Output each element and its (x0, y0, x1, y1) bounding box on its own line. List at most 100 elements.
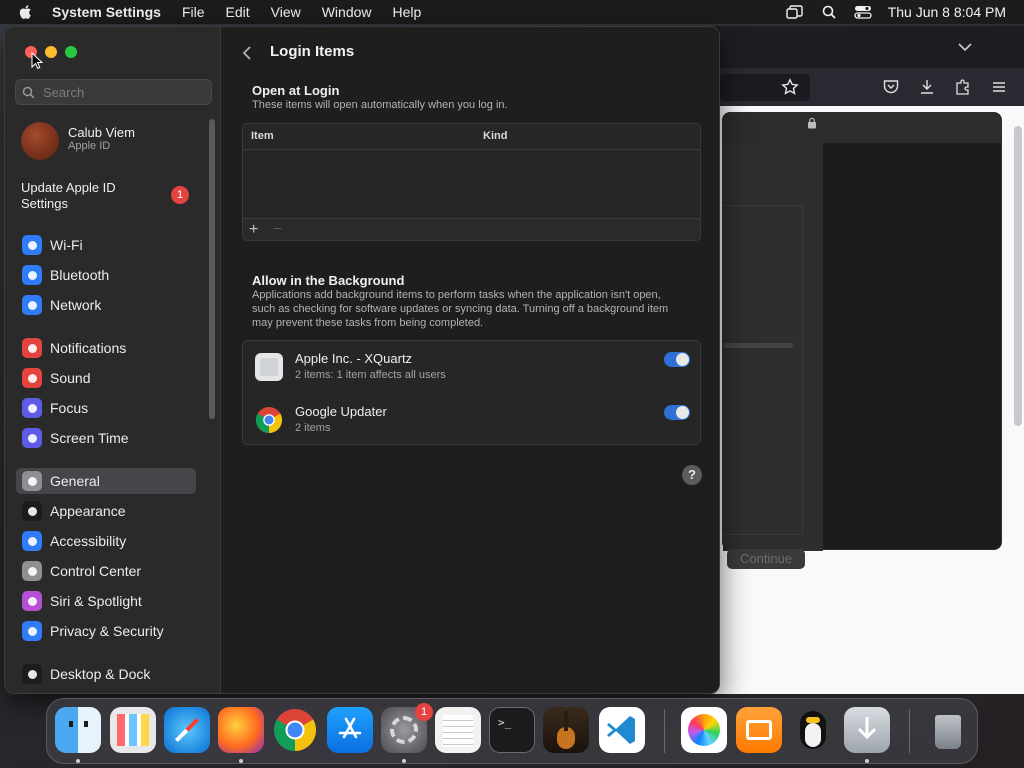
sidebar-item-label: Notifications (50, 340, 127, 356)
downloads-stack-icon[interactable] (844, 707, 890, 753)
trash-icon[interactable] (925, 707, 971, 753)
account-name: Calub Viem (68, 125, 135, 140)
sidebar-item-control-center[interactable]: Control Center (16, 558, 196, 584)
sidebar-item-general[interactable]: General (16, 468, 196, 494)
sidebar-item-appearance[interactable]: Appearance (16, 498, 196, 524)
vscode-app-icon[interactable] (599, 707, 645, 753)
minimize-window-button[interactable] (45, 46, 57, 58)
sidebar-item-siri-spotlight[interactable]: Siri & Spotlight (16, 588, 196, 614)
search-input[interactable]: Search (15, 79, 212, 105)
sidebar-item-accessibility[interactable]: Accessibility (16, 528, 196, 554)
table-header: Item Kind (243, 124, 700, 150)
settings-dock-badge: 1 (415, 703, 433, 721)
app-store-icon[interactable] (327, 707, 373, 753)
sidebar-item-screen-time[interactable]: Screen Time (16, 425, 196, 451)
hand-icon (22, 621, 42, 641)
books-app-icon[interactable] (736, 707, 782, 753)
list-item: Apple Inc. - XQuartz 2 items: 1 item aff… (243, 341, 700, 393)
downloads-icon[interactable] (918, 78, 936, 96)
running-indicator (239, 759, 243, 763)
continue-button[interactable]: Continue (727, 549, 805, 569)
icon-glyph (27, 343, 37, 353)
add-login-item-button[interactable]: + (249, 221, 258, 239)
chrome-app-icon[interactable] (272, 707, 318, 753)
icon-glyph (27, 476, 37, 486)
finder-app-icon[interactable] (55, 707, 101, 753)
sidebar-item-sound[interactable]: Sound (16, 365, 196, 391)
sidebar-item-bluetooth[interactable]: Bluetooth (16, 262, 196, 288)
icon-glyph (27, 403, 37, 413)
sidebar-item-network[interactable]: Network (16, 292, 196, 318)
firefox-app-icon[interactable] (218, 707, 264, 753)
menu-clock[interactable]: Thu Jun 8 8:04 PM (888, 4, 1006, 20)
hamburger-menu-icon[interactable] (990, 78, 1008, 96)
running-indicator (865, 759, 869, 763)
safari-app-icon[interactable] (164, 707, 210, 753)
dock-separator (909, 709, 910, 753)
tux-app-icon[interactable] (790, 707, 836, 753)
hourglass-icon (22, 428, 42, 448)
appearance-icon (22, 501, 42, 521)
installer-window: Continue (722, 112, 1002, 569)
google-updater-toggle[interactable] (664, 405, 690, 420)
background-items-list: Apple Inc. - XQuartz 2 items: 1 item aff… (242, 340, 701, 445)
toggle-knob (676, 406, 689, 419)
globe-icon (22, 295, 42, 315)
garageband-app-icon[interactable] (543, 707, 589, 753)
launchpad-app-icon[interactable] (110, 707, 156, 753)
sidebar-scrollbar[interactable] (209, 119, 215, 419)
menu-help[interactable]: Help (393, 4, 422, 20)
menu-app-name[interactable]: System Settings (52, 4, 161, 20)
screen-mirroring-icon[interactable] (786, 4, 804, 20)
menu-edit[interactable]: Edit (226, 4, 250, 20)
sidebar-item-label: Accessibility (50, 533, 127, 549)
back-chevron-icon[interactable] (242, 45, 252, 61)
menu-window[interactable]: Window (322, 4, 372, 20)
installer-progress-bar (723, 343, 793, 348)
sidebar-item-label: Focus (50, 400, 89, 416)
sidebar-item-label: General (50, 473, 100, 489)
remove-login-item-button[interactable]: − (273, 221, 282, 239)
bookmark-star-icon[interactable] (781, 78, 799, 96)
menu-bar: System Settings File Edit View Window He… (0, 0, 1024, 24)
zoom-window-button[interactable] (65, 46, 77, 58)
sidebar-item-label: Siri & Spotlight (50, 593, 142, 609)
spotlight-search-icon[interactable] (820, 4, 838, 20)
column-kind[interactable]: Kind (483, 130, 507, 142)
xquartz-toggle[interactable] (664, 352, 690, 367)
control-center-icon[interactable] (854, 4, 872, 20)
menu-view[interactable]: View (271, 4, 301, 20)
list-item: Google Updater 2 items (243, 394, 700, 446)
lock-icon (808, 117, 816, 129)
update-apple-id-settings[interactable]: Update Apple ID Settings (21, 180, 161, 212)
column-item[interactable]: Item (251, 130, 274, 142)
icon-glyph (27, 596, 37, 606)
apple-id-account[interactable]: Calub Viem Apple ID (21, 120, 211, 160)
sidebar-item-notifications[interactable]: Notifications (16, 335, 196, 361)
icon-glyph (27, 300, 37, 310)
sidebar-item-wi-fi[interactable]: Wi-Fi (16, 232, 196, 258)
textedit-app-icon[interactable] (435, 707, 481, 753)
running-indicator (402, 759, 406, 763)
photos-app-icon[interactable] (681, 707, 727, 753)
gear-icon (22, 471, 42, 491)
icon-glyph (27, 669, 37, 679)
sidebar: Search Calub Viem Apple ID Update Apple … (5, 27, 221, 693)
background-item-detail: 2 items (295, 422, 331, 434)
menu-file[interactable]: File (182, 4, 205, 20)
sidebar-item-desktop-dock[interactable]: Desktop & Dock (16, 661, 196, 687)
pocket-icon[interactable] (882, 78, 900, 96)
terminal-app-icon[interactable]: >_ (489, 707, 535, 753)
apple-menu-icon[interactable] (18, 4, 34, 20)
help-button[interactable]: ? (682, 465, 702, 485)
firefox-scrollbar[interactable] (1014, 126, 1022, 426)
chevron-down-icon[interactable] (956, 38, 974, 56)
page-title: Login Items (270, 43, 355, 60)
sidebar-item-privacy-security[interactable]: Privacy & Security (16, 618, 196, 644)
extensions-icon[interactable] (954, 78, 972, 96)
icon-glyph (27, 433, 37, 443)
bluetooth-icon (22, 265, 42, 285)
dock: 1 >_ (46, 698, 978, 764)
table-footer: + − (243, 218, 700, 240)
sidebar-item-focus[interactable]: Focus (16, 395, 196, 421)
